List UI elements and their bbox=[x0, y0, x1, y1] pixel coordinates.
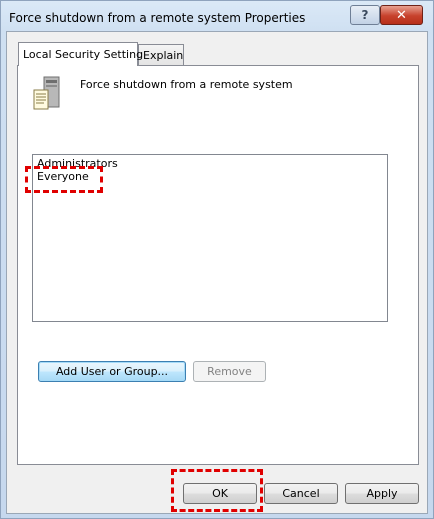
tab-explain[interactable]: Explain bbox=[138, 44, 184, 66]
window-title: Force shutdown from a remote system Prop… bbox=[9, 11, 306, 25]
title-bar[interactable]: Force shutdown from a remote system Prop… bbox=[1, 1, 433, 31]
tab-label: Local Security Setting bbox=[23, 48, 144, 61]
close-icon: ✕ bbox=[396, 7, 407, 23]
tab-label: Explain bbox=[143, 49, 184, 62]
apply-button[interactable]: Apply bbox=[345, 483, 419, 504]
help-icon: ? bbox=[361, 8, 369, 22]
close-button[interactable]: ✕ bbox=[380, 5, 423, 25]
list-item-administrators[interactable]: Administrators bbox=[37, 157, 118, 170]
cancel-button[interactable]: Cancel bbox=[264, 483, 338, 504]
server-policy-icon bbox=[33, 76, 60, 110]
help-button[interactable]: ? bbox=[350, 5, 380, 25]
users-listbox[interactable]: Administrators Everyone bbox=[32, 154, 388, 322]
tab-panel: Force shutdown from a remote system Admi… bbox=[17, 65, 419, 465]
add-user-or-group-button[interactable]: Add User or Group... bbox=[38, 361, 186, 382]
remove-button[interactable]: Remove bbox=[193, 361, 266, 382]
policy-name: Force shutdown from a remote system bbox=[80, 78, 293, 91]
ok-button[interactable]: OK bbox=[183, 483, 257, 504]
dialog-client-area: Local Security Setting Explain Force shu… bbox=[6, 31, 428, 514]
tab-local-security-setting[interactable]: Local Security Setting bbox=[18, 42, 143, 66]
list-item-everyone[interactable]: Everyone bbox=[37, 170, 89, 183]
properties-window: Force shutdown from a remote system Prop… bbox=[0, 0, 434, 519]
